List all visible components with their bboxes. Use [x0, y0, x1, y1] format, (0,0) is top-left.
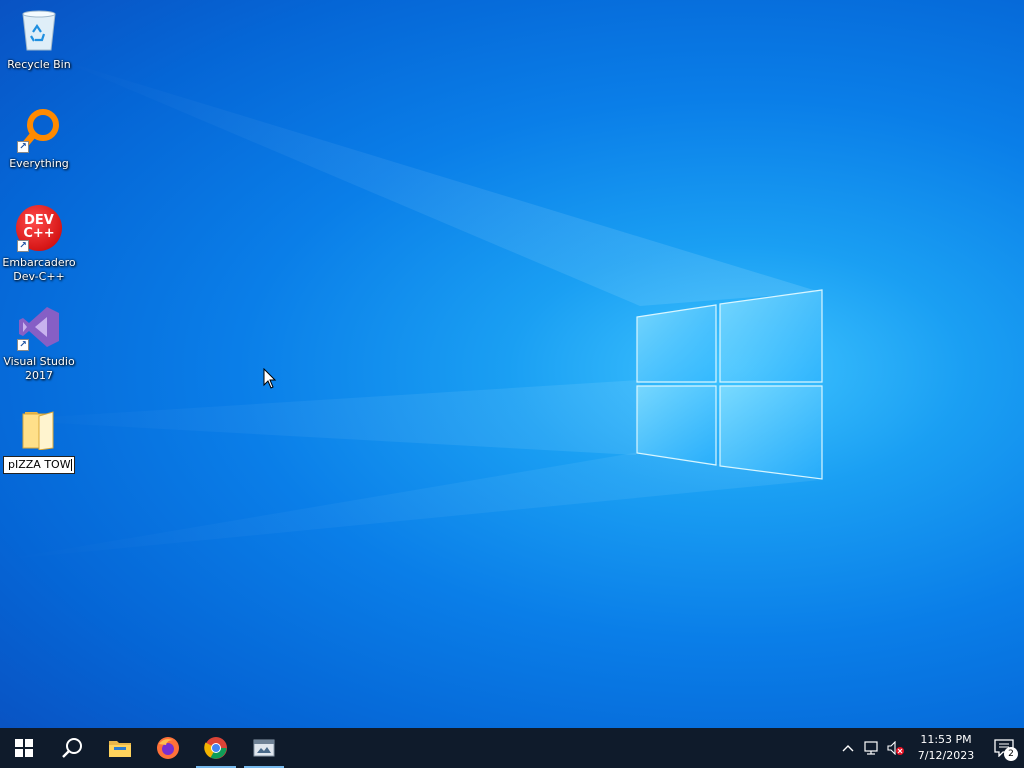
magnifier-icon: ↗ — [15, 105, 63, 153]
network-button[interactable] — [860, 728, 884, 768]
desktop[interactable]: Recycle Bin ↗ Everything DEV C++ ↗ Embar… — [0, 0, 1024, 728]
search-button[interactable] — [48, 728, 96, 768]
recycle-bin-icon — [15, 6, 63, 54]
shortcut-arrow-icon: ↗ — [17, 339, 29, 351]
taskbar-chrome[interactable] — [192, 728, 240, 768]
volume-muted-icon — [887, 741, 904, 755]
rename-text: pIZZA TOW — [8, 458, 71, 471]
visual-studio-icon: ↗ — [15, 303, 63, 351]
notification-count-badge: 2 — [1004, 747, 1018, 761]
network-icon — [864, 741, 878, 755]
search-icon — [62, 738, 82, 758]
desktop-icon-devcpp[interactable]: DEV C++ ↗ Embarcadero Dev-C++ — [2, 204, 76, 284]
action-center-button[interactable]: 2 — [984, 728, 1024, 768]
rename-textbox[interactable]: pIZZA TOW — [3, 456, 75, 474]
shortcut-arrow-icon: ↗ — [17, 240, 29, 252]
shortcut-arrow-icon: ↗ — [17, 141, 29, 153]
app-window-icon — [253, 739, 275, 757]
taskbar-firefox[interactable] — [144, 728, 192, 768]
clock-date: 7/12/2023 — [917, 749, 975, 762]
system-tray: 11:53 PM 7/12/2023 2 — [836, 728, 1024, 768]
windows-start-icon — [15, 739, 33, 757]
desktop-icon-everything[interactable]: ↗ Everything — [2, 105, 76, 171]
desktop-icon-label: Visual Studio 2017 — [3, 355, 75, 382]
file-explorer-icon — [109, 741, 131, 757]
desktop-icon-recycle-bin[interactable]: Recycle Bin — [2, 6, 76, 72]
desktop-icon-label: Recycle Bin — [7, 58, 71, 71]
chrome-icon — [204, 737, 227, 759]
desktop-icon-visual-studio[interactable]: ↗ Visual Studio 2017 — [2, 303, 76, 383]
folder-icon — [15, 404, 63, 452]
show-hidden-icons-button[interactable] — [836, 728, 860, 768]
firefox-icon — [157, 737, 179, 759]
taskbar-clock[interactable]: 11:53 PM 7/12/2023 — [908, 732, 984, 764]
clock-time: 11:53 PM — [920, 733, 972, 746]
desktop-icon-new-folder[interactable]: pIZZA TOW — [2, 404, 76, 474]
taskbar: 11:53 PM 7/12/2023 2 — [0, 728, 1024, 768]
mouse-cursor-icon — [263, 368, 277, 389]
volume-button[interactable] — [884, 728, 908, 768]
devcpp-icon: DEV C++ ↗ — [15, 204, 63, 252]
taskbar-app-window[interactable] — [240, 728, 288, 768]
taskbar-file-explorer[interactable] — [96, 728, 144, 768]
text-caret — [70, 459, 72, 471]
desktop-icon-label: Embarcadero Dev-C++ — [2, 256, 76, 283]
start-button[interactable] — [0, 728, 48, 768]
desktop-icon-label: Everything — [9, 157, 69, 170]
chevron-up-icon — [842, 745, 854, 752]
